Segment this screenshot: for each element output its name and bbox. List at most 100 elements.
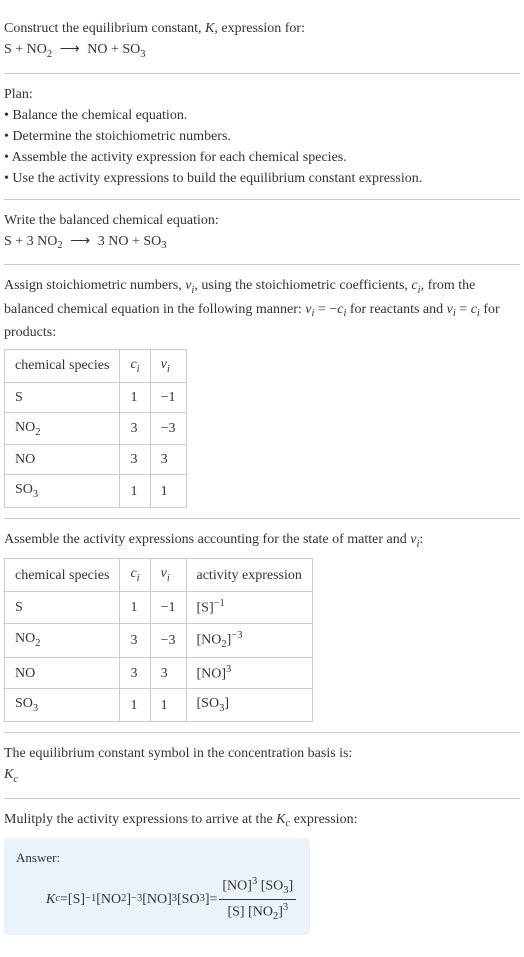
txt: Assemble the activity expressions accoun… <box>4 532 410 547</box>
cell-nu: 1 <box>150 475 186 508</box>
table-row: S 1 −1 <box>5 382 187 412</box>
table-row: SO3 1 1 [SO3] <box>5 689 313 722</box>
eq-rhs-sub: 3 <box>140 49 145 60</box>
cell-nu: −1 <box>150 591 186 623</box>
cell-activity: [NO]3 <box>186 657 312 689</box>
plan-bullet-4: • Use the activity expressions to build … <box>4 168 520 189</box>
nu-var: ν <box>161 357 167 372</box>
K-var: K <box>4 767 13 782</box>
activity-section: Assemble the activity expressions accoun… <box>4 519 520 733</box>
sub: 2 <box>35 427 40 438</box>
c-sub: c <box>13 774 18 785</box>
cell-species: S <box>5 591 120 623</box>
cell-activity: [NO2]−3 <box>186 623 312 657</box>
term: [NO] <box>142 889 172 910</box>
equals: = <box>60 889 68 910</box>
table-row: NO 3 3 <box>5 445 187 475</box>
plan-bullet-3: • Assemble the activity expression for e… <box>4 147 520 168</box>
i-sub: i <box>191 285 194 296</box>
table-header-row: chemical species ci νi <box>5 350 187 383</box>
exp: −1 <box>85 891 96 907</box>
hdr-species: chemical species <box>5 350 120 383</box>
txt: = − <box>314 302 337 317</box>
txt: = <box>456 302 471 317</box>
exp: 3 <box>172 891 177 907</box>
eq-lhs: S + NO <box>4 42 47 57</box>
cell-activity: [SO3] <box>186 689 312 722</box>
prompt-section: Construct the equilibrium constant, K, e… <box>4 8 520 74</box>
txt: [NO] <box>197 666 227 681</box>
answer-label: Answer: <box>16 848 298 868</box>
eq-lhs-sub: 2 <box>47 49 52 60</box>
table-row: NO2 3 −3 <box>5 412 187 445</box>
txt: , using the stoichiometric coefficients, <box>194 278 411 293</box>
table-row: SO3 1 1 <box>5 475 187 508</box>
table-row: NO 2 3 −3 [NO2]−3 <box>5 623 313 657</box>
plan-title: Plan: <box>4 84 520 105</box>
hdr-nu: νi <box>150 559 186 592</box>
multiply-section: Mulitply the activity expressions to arr… <box>4 799 520 945</box>
sub: 3 <box>283 885 288 896</box>
cell-species: NO2 <box>5 412 120 445</box>
exp: −3 <box>231 630 242 641</box>
plan-section: Plan: • Balance the chemical equation. •… <box>4 74 520 200</box>
txt: : <box>419 532 423 547</box>
term: [SO <box>257 878 283 893</box>
answer-box: Answer: Kc = [S]−1 [NO2]−3 [NO]3 [SO3] =… <box>4 838 310 935</box>
sub: 2 <box>273 911 278 922</box>
cell-c: 1 <box>120 382 150 412</box>
term: [NO <box>96 889 121 910</box>
unbalanced-equation: S + NO2 ⟶ NO + SO3 <box>4 39 520 63</box>
activity-text: Assemble the activity expressions accoun… <box>4 529 520 553</box>
hdr-species: chemical species <box>5 559 120 592</box>
Kc-symbol: Kc <box>4 764 520 788</box>
equals: = <box>209 889 217 910</box>
txt: [NO <box>197 632 222 647</box>
cell-nu: 3 <box>150 657 186 689</box>
sub: 2 <box>221 639 226 650</box>
plan-bullet-2: • Determine the stoichiometric numbers. <box>4 126 520 147</box>
stoich-text: Assign stoichiometric numbers, νi, using… <box>4 275 520 343</box>
term: [SO <box>177 889 200 910</box>
bal-rhs: 3 NO + SO <box>98 234 162 249</box>
txt: SO <box>15 482 33 497</box>
multiply-text: Mulitply the activity expressions to arr… <box>4 809 520 833</box>
c-var: c <box>130 566 136 581</box>
txt: [SO <box>197 696 220 711</box>
i-sub: i <box>137 364 140 375</box>
table-row: NO 3 3 [NO]3 <box>5 657 313 689</box>
bal-rhs-sub: 3 <box>161 240 166 251</box>
i-sub: i <box>137 573 140 584</box>
sub: 3 <box>33 703 38 714</box>
cell-c: 3 <box>120 412 150 445</box>
txt: Mulitply the activity expressions to arr… <box>4 812 276 827</box>
sub: 3 <box>219 703 224 714</box>
txt: expression: <box>290 812 357 827</box>
sub: 3 <box>33 489 38 500</box>
symbol-text: The equilibrium constant symbol in the c… <box>4 743 520 764</box>
exp: −3 <box>131 891 142 907</box>
numerator: [NO]3 [SO3] <box>219 874 296 900</box>
i-sub: i <box>418 285 421 296</box>
txt: for reactants and <box>346 302 446 317</box>
cell-species: SO3 <box>5 475 120 508</box>
nu-var: ν <box>410 532 416 547</box>
hdr-c: ci <box>120 350 150 383</box>
cell-species: S <box>5 382 120 412</box>
prompt-part1: Construct the equilibrium constant, <box>4 21 205 36</box>
i-sub: i <box>453 308 456 319</box>
c-var: c <box>130 357 136 372</box>
fraction: [NO]3 [SO3] [S] [NO2]3 <box>219 874 296 925</box>
term: [S] <box>68 889 85 910</box>
cell-c: 3 <box>120 623 150 657</box>
hdr-c: ci <box>120 559 150 592</box>
answer-equation: Kc = [S]−1 [NO2]−3 [NO]3 [SO3] = [NO]3 [… <box>16 874 298 925</box>
cell-c: 1 <box>120 689 150 722</box>
txt: NO <box>15 631 35 646</box>
nu-var: ν <box>161 566 167 581</box>
arrow-icon: ⟶ <box>70 234 90 249</box>
balanced-section: Write the balanced chemical equation: S … <box>4 200 520 266</box>
exp: 3 <box>252 876 257 887</box>
hdr-nu: νi <box>150 350 186 383</box>
term: [S] <box>227 904 244 919</box>
